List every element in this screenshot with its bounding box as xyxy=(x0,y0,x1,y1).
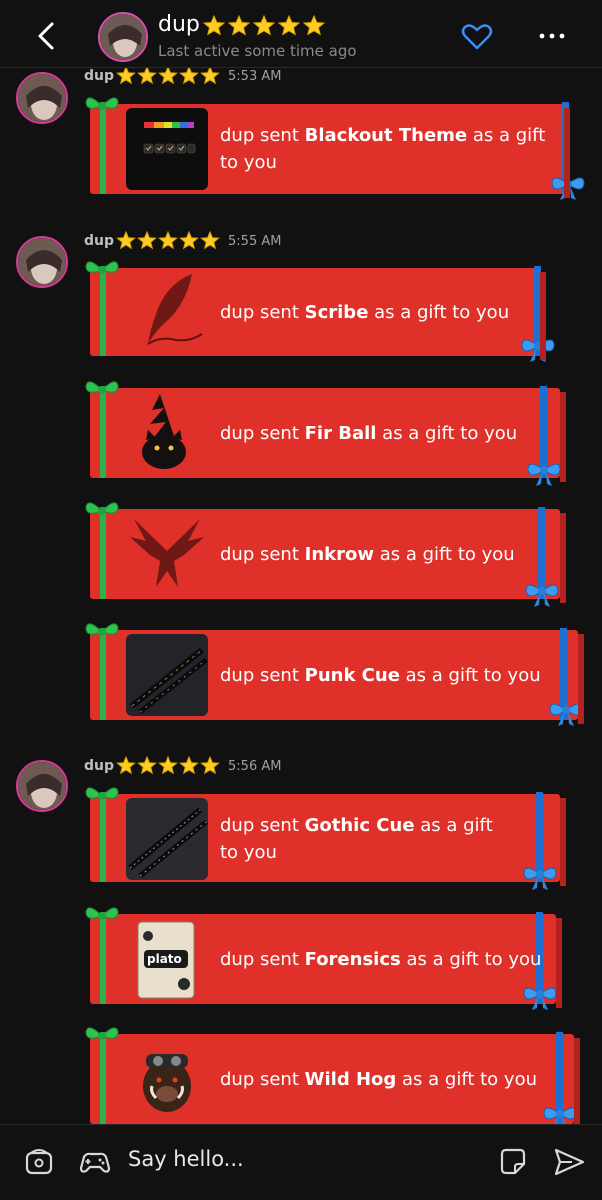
gift-text-line2: to you xyxy=(220,842,277,863)
gift-message: dup sent Wild Hog as a gift to you xyxy=(220,1066,537,1093)
contact-name: dup xyxy=(158,12,200,37)
last-active-status: Last active some time ago xyxy=(158,42,357,60)
green-bow-icon xyxy=(85,97,119,111)
star-icons xyxy=(202,14,326,36)
gift-item-name: Fir Ball xyxy=(304,423,377,444)
gift-item-name: Gothic Cue xyxy=(304,815,415,836)
gift-card[interactable]: dup sent Wild Hog as a gift to you xyxy=(85,1027,580,1131)
gift-card[interactable]: dup sent Fir Ball as a gift to you xyxy=(85,381,566,487)
gift-text-suffix: as a gift to you xyxy=(399,665,541,686)
sender-name: dup xyxy=(84,68,115,84)
gift-card[interactable]: dup sent Scribe as a gift to you xyxy=(85,261,555,363)
crow-icon xyxy=(126,511,208,593)
blue-bow-icon xyxy=(523,987,557,1011)
back-arrow-icon[interactable] xyxy=(28,18,64,54)
gift-text-prefix: dup sent xyxy=(220,423,305,444)
avatar[interactable] xyxy=(16,760,68,812)
message-meta: dup 5:56 AM xyxy=(84,756,281,776)
blue-bow-icon xyxy=(551,177,585,201)
rating-stars xyxy=(202,14,328,38)
black-cat-icon xyxy=(126,390,208,472)
cue-thumbnail xyxy=(126,798,208,880)
gift-item-name: Blackout Theme xyxy=(304,125,468,146)
gift-card[interactable]: dup sent Gothic Cue as a gift to you xyxy=(85,787,566,891)
gift-message: dup sent Gothic Cue as a gift to you xyxy=(220,812,493,866)
gift-item-name: Scribe xyxy=(304,302,369,323)
green-bow-icon xyxy=(85,381,119,395)
message-meta: dup 5:53 AM xyxy=(84,66,281,86)
message-composer xyxy=(0,1124,602,1200)
blue-bow-icon xyxy=(527,463,561,487)
green-bow-icon xyxy=(85,907,119,921)
gift-text-suffix: as a gift xyxy=(414,815,493,836)
gift-item-name: Forensics xyxy=(304,949,401,970)
plato-card-thumbnail: plato xyxy=(126,918,208,1000)
gift-message: dup sent Scribe as a gift to you xyxy=(220,299,509,326)
green-bow-icon xyxy=(85,502,119,516)
quill-icon xyxy=(126,270,208,352)
gift-text-suffix: as a gift to you xyxy=(368,302,510,323)
message-time: 5:53 AM xyxy=(228,68,282,84)
sticker-icon[interactable] xyxy=(496,1145,530,1179)
gift-text-prefix: dup sent xyxy=(220,665,305,686)
game-controller-icon[interactable] xyxy=(78,1145,112,1179)
green-bow-icon xyxy=(85,1027,119,1041)
blue-bow-icon xyxy=(525,584,559,608)
message-meta: dup 5:55 AM xyxy=(84,231,281,251)
message-time: 5:56 AM xyxy=(228,758,282,774)
gift-card[interactable]: plato dup sent Forensics as a gift to yo… xyxy=(85,907,562,1011)
more-options-icon[interactable] xyxy=(532,22,572,50)
sender-name: dup xyxy=(84,758,115,774)
plato-logo-text: plato xyxy=(147,952,182,966)
gift-item-name: Punk Cue xyxy=(304,665,400,686)
gift-text-prefix: dup sent xyxy=(220,544,305,565)
green-bow-icon xyxy=(85,623,119,637)
gift-text-prefix: dup sent xyxy=(220,1069,305,1090)
gift-text-prefix: dup sent xyxy=(220,302,305,323)
blue-bow-icon xyxy=(523,867,557,891)
send-icon[interactable] xyxy=(552,1145,586,1179)
avatar[interactable] xyxy=(98,12,148,62)
gift-item-name: Inkrow xyxy=(304,544,374,565)
gift-message: dup sent Inkrow as a gift to you xyxy=(220,541,515,568)
star-icons xyxy=(116,756,220,775)
avatar[interactable] xyxy=(16,72,68,124)
gift-text-prefix: dup sent xyxy=(220,815,305,836)
star-icons xyxy=(116,66,220,85)
gift-message: dup sent Fir Ball as a gift to you xyxy=(220,420,517,447)
green-bow-icon xyxy=(85,787,119,801)
avatar[interactable] xyxy=(16,236,68,288)
gift-message: dup sent Punk Cue as a gift to you xyxy=(220,662,541,689)
star-icons xyxy=(116,231,220,250)
gift-ribbon xyxy=(562,102,569,194)
gift-message: dup sent Blackout Theme as a gift to you xyxy=(220,122,545,176)
gift-text-suffix: as a gift to you xyxy=(400,949,542,970)
message-input[interactable] xyxy=(128,1147,468,1171)
message-time: 5:55 AM xyxy=(228,233,282,249)
gift-text-prefix: dup sent xyxy=(220,949,305,970)
wallet-icon[interactable] xyxy=(22,1145,56,1179)
gift-text-suffix: as a gift to you xyxy=(373,544,515,565)
boar-icon xyxy=(126,1038,208,1120)
heart-icon[interactable] xyxy=(460,20,494,54)
gift-text-suffix: as a gift xyxy=(467,125,546,146)
gift-card[interactable]: dup sent Inkrow as a gift to you xyxy=(85,502,566,608)
gift-item-name: Wild Hog xyxy=(304,1069,397,1090)
gift-text-suffix: as a gift to you xyxy=(396,1069,537,1090)
gift-text-prefix: dup sent xyxy=(220,125,305,146)
blue-bow-icon xyxy=(549,703,583,727)
blue-bow-icon xyxy=(521,339,555,363)
gift-message: dup sent Forensics as a gift to you xyxy=(220,946,541,973)
gift-card[interactable]: dup sent Blackout Theme as a gift to you xyxy=(85,97,585,201)
blackout-theme-thumbnail xyxy=(126,108,208,190)
cue-thumbnail xyxy=(126,634,208,716)
sender-name: dup xyxy=(84,233,115,249)
gift-card[interactable]: dup sent Punk Cue as a gift to you xyxy=(85,623,584,727)
green-bow-icon xyxy=(85,261,119,275)
gift-text-line2: to you xyxy=(220,152,277,173)
chat-header: dup Last active some time ago xyxy=(0,0,602,68)
gift-text-suffix: as a gift to you xyxy=(376,423,518,444)
